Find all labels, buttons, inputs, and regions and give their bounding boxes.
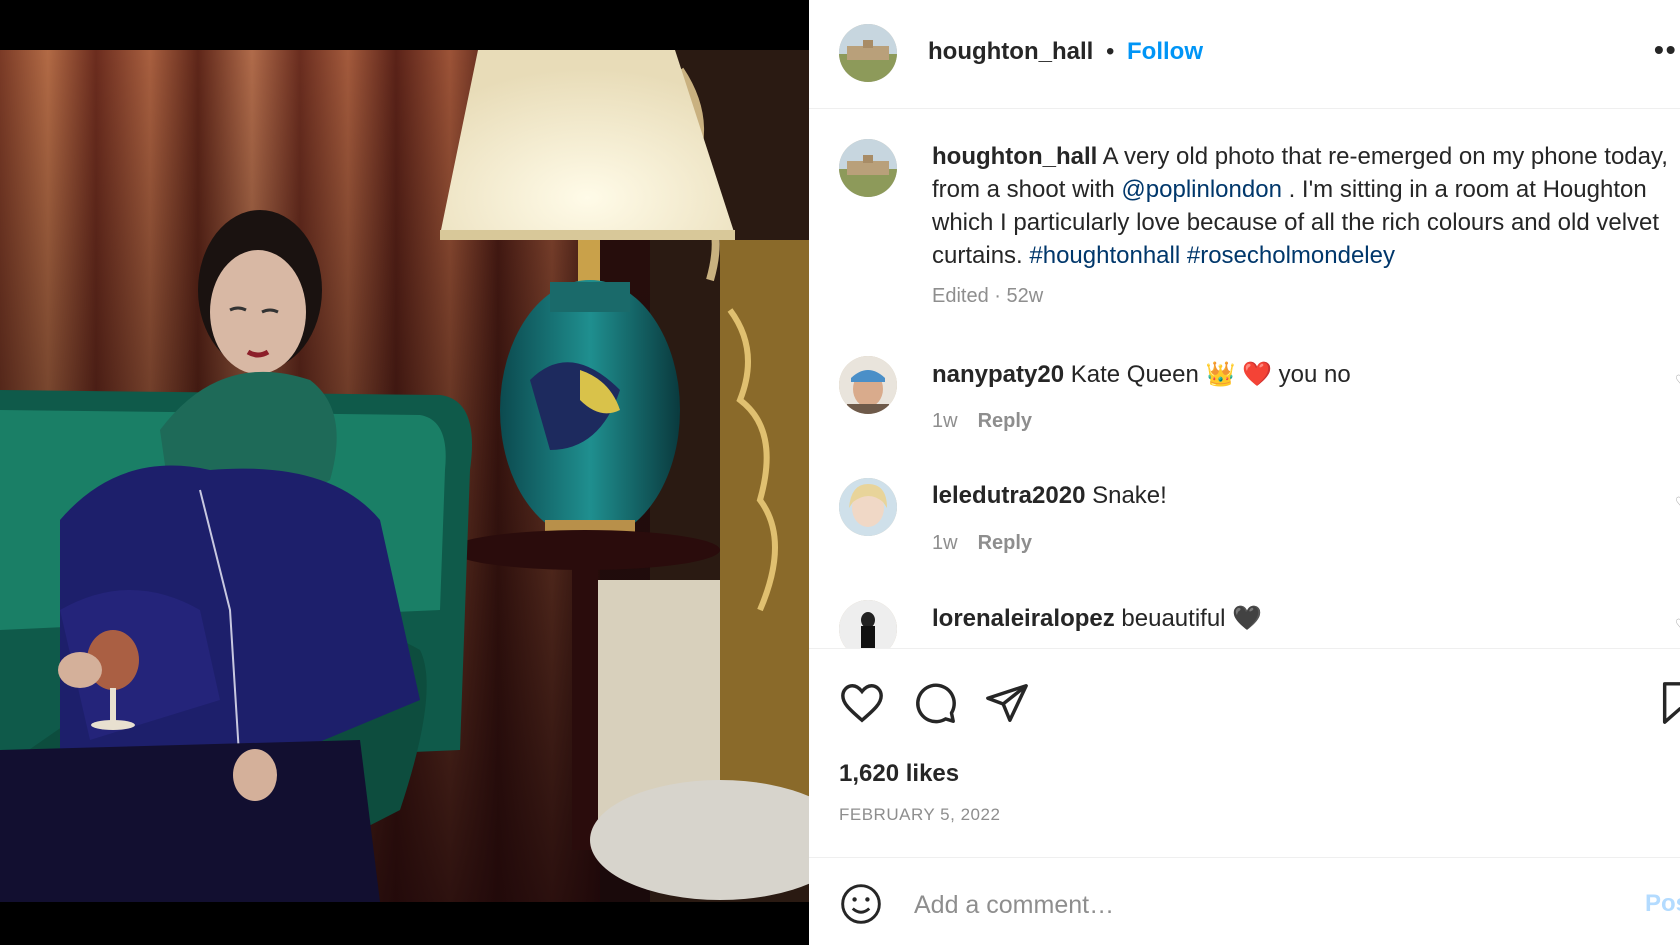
comment-row-clipped: lorenaleiralopez beuautiful 🖤 ♡ xyxy=(809,590,1680,648)
post-media xyxy=(0,0,809,945)
comment-bubble-icon[interactable] xyxy=(912,680,958,726)
comment-body: Kate Queen 👑 ❤️ you no xyxy=(1070,361,1351,388)
smiley-icon[interactable] xyxy=(839,882,883,926)
profile-avatar[interactable] xyxy=(839,24,897,82)
likes-count[interactable]: 1,620 likes xyxy=(839,760,959,788)
paper-plane-icon[interactable] xyxy=(984,680,1030,726)
comment-like-icon[interactable]: ♡ xyxy=(1675,494,1680,510)
caption-username[interactable]: houghton_hall xyxy=(932,143,1097,170)
caption-avatar[interactable] xyxy=(839,139,897,197)
add-comment-bar: Pos xyxy=(809,857,1680,946)
comment-meta: 1w Reply xyxy=(932,410,1032,433)
post-caption: houghton_hall A very old photo that re-e… xyxy=(932,140,1672,272)
separator-dot: • xyxy=(1106,38,1115,65)
comment-text-line: nanypaty20 Kate Queen 👑 ❤️ you no xyxy=(932,360,1351,389)
post-comment-button[interactable]: Pos xyxy=(1645,890,1680,918)
comments-divider xyxy=(809,648,1680,657)
comment-meta: 1w Reply xyxy=(932,532,1032,555)
comment-username[interactable]: nanypaty20 xyxy=(932,361,1064,388)
comment-like-icon[interactable]: ♡ xyxy=(1675,372,1680,388)
comment-text-line: lorenaleiralopez beuautiful 🖤 xyxy=(932,604,1262,633)
bookmark-icon[interactable] xyxy=(1657,680,1680,726)
caption-mention[interactable]: @poplinlondon xyxy=(1121,176,1282,203)
comment-like-icon[interactable]: ♡ xyxy=(1675,616,1680,632)
comment-avatar[interactable] xyxy=(839,356,897,414)
post-username[interactable]: houghton_hall xyxy=(928,38,1093,66)
comment-time: 1w xyxy=(932,532,958,554)
comment-username[interactable]: lorenaleiralopez xyxy=(932,605,1115,632)
post-photo[interactable] xyxy=(0,50,809,902)
caption-meta: Edited · 52w xyxy=(932,285,1044,307)
post-header: houghton_hall • Follow •• xyxy=(809,0,1680,109)
reply-button[interactable]: Reply xyxy=(978,410,1032,432)
post-date: FEBRUARY 5, 2022 xyxy=(839,805,1001,824)
comment-body: beuautiful 🖤 xyxy=(1121,605,1263,632)
caption-hashtag-1[interactable]: #houghtonhall xyxy=(1029,242,1180,269)
ellipsis-icon[interactable]: •• xyxy=(1654,34,1678,66)
reply-button[interactable]: Reply xyxy=(978,532,1032,554)
comment-body: Snake! xyxy=(1092,482,1167,509)
comment-input[interactable] xyxy=(912,882,1616,928)
comment-time: 1w xyxy=(932,410,958,432)
comment-avatar[interactable] xyxy=(839,600,897,648)
follow-button[interactable]: Follow xyxy=(1127,38,1203,66)
caption-hashtag-2[interactable]: #rosecholmondeley xyxy=(1187,242,1395,269)
heart-icon[interactable] xyxy=(839,680,885,726)
comment-username[interactable]: leledutra2020 xyxy=(932,482,1085,509)
comment-text-line: leledutra2020 Snake! xyxy=(932,482,1167,510)
post-panel: houghton_hall • Follow •• houghton_hall … xyxy=(809,0,1680,945)
comment-avatar[interactable] xyxy=(839,478,897,536)
